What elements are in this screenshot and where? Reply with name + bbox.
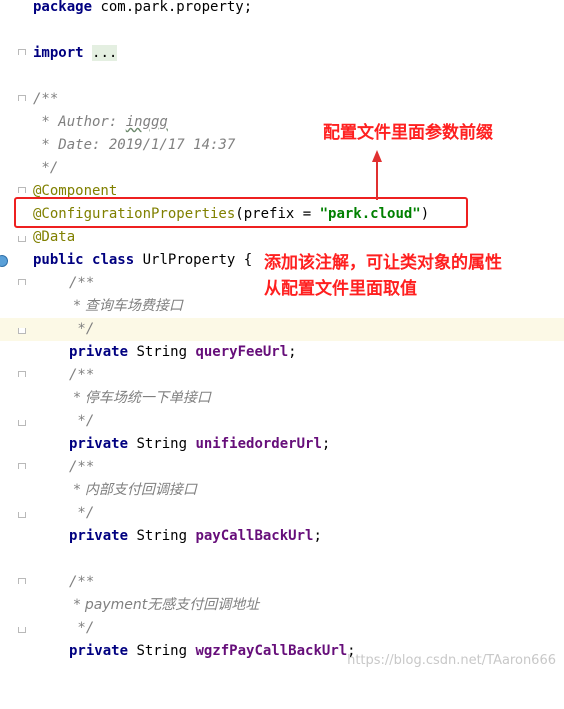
- code-line-comment-close: */: [0, 318, 564, 341]
- fold-toggle-icon[interactable]: [18, 420, 26, 426]
- code-line-field: private String payCallBackUrl;: [69, 528, 322, 544]
- code-editor[interactable]: package com.park.property; import ... /*…: [0, 0, 564, 674]
- prefix-callout: 配置文件里面参数前缀: [323, 123, 493, 143]
- code-line-comment-close: */: [0, 410, 564, 433]
- code-line-data: @Data: [0, 226, 564, 249]
- fold-toggle-icon[interactable]: [18, 328, 26, 334]
- fold-toggle-icon[interactable]: [18, 578, 26, 584]
- fold-toggle-icon[interactable]: [18, 627, 26, 633]
- fold-toggle-icon[interactable]: [18, 279, 26, 285]
- code-line-doc-close: */: [33, 160, 59, 176]
- fold-toggle-icon[interactable]: [18, 463, 26, 469]
- arrow-line: [376, 160, 378, 200]
- fold-toggle-icon[interactable]: [18, 49, 26, 55]
- fold-toggle-icon[interactable]: [18, 236, 26, 242]
- arrow-up-icon: [372, 150, 382, 162]
- code-line-doc-open: /**: [0, 88, 564, 111]
- code-line-comment-close: */: [0, 617, 564, 640]
- fold-toggle-icon[interactable]: [18, 95, 26, 101]
- fold-toggle-icon[interactable]: [18, 371, 26, 377]
- code-line-comment: * 停车场统一下单接口: [69, 390, 211, 406]
- code-line-package: package com.park.property;: [33, 0, 253, 15]
- highlight-box: [14, 197, 468, 228]
- data-callout-line1: 添加该注解，可让类对象的属性: [264, 253, 502, 273]
- code-line-comment: * 内部支付回调接口: [69, 482, 197, 498]
- code-line-comment: * payment无感支付回调地址: [69, 597, 260, 613]
- code-line-import: import ...: [0, 42, 564, 65]
- code-line-field: private String queryFeeUrl;: [69, 344, 297, 360]
- code-line-comment-open: /**: [0, 571, 564, 594]
- folded-imports[interactable]: ...: [92, 45, 118, 61]
- data-callout-line2: 从配置文件里面取值: [264, 279, 417, 299]
- code-line-comment-close: */: [0, 502, 564, 525]
- fold-toggle-icon[interactable]: [18, 187, 26, 193]
- code-line-comment-open: /**: [0, 456, 564, 479]
- code-line-comment-open: /**: [0, 364, 564, 387]
- fold-toggle-icon[interactable]: [18, 512, 26, 518]
- watermark: https://blog.csdn.net/TAaron666: [347, 653, 556, 668]
- code-line-field: private String unifiedorderUrl;: [69, 436, 331, 452]
